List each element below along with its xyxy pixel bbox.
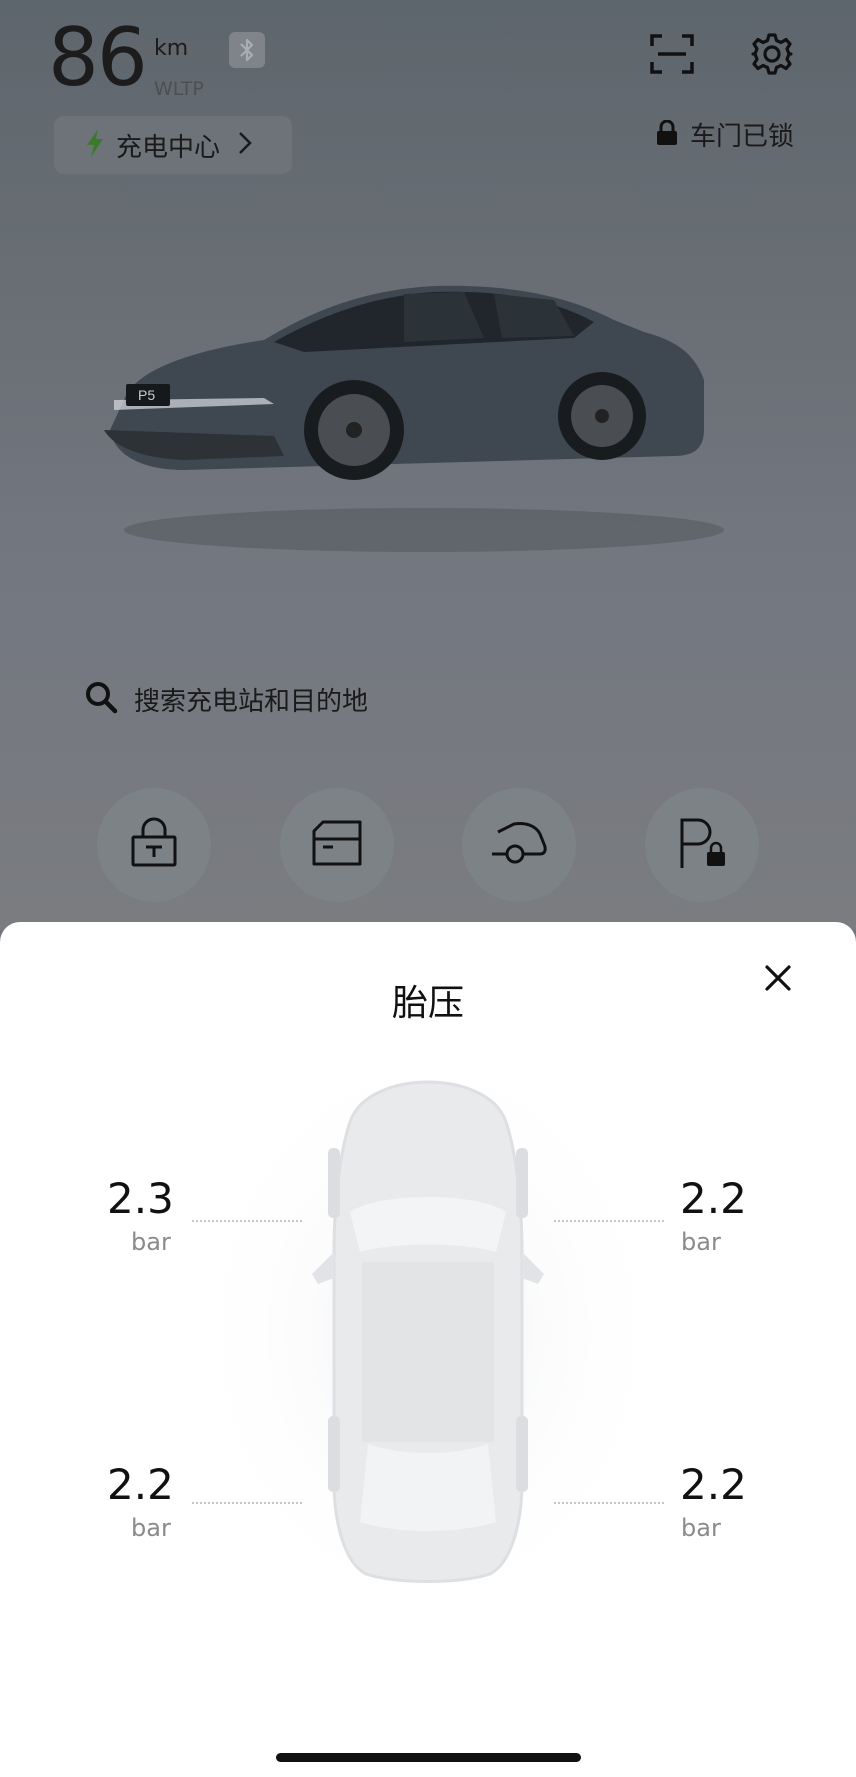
range-value: 86 <box>48 11 148 104</box>
tire-rear-left-leader <box>192 1502 302 1504</box>
home-indicator[interactable] <box>276 1753 581 1762</box>
door-lock-status: 车门已锁 <box>656 116 794 153</box>
vehicle-top-view <box>200 1052 656 1612</box>
sheet-title: 胎压 <box>391 983 464 1024</box>
lock-button[interactable] <box>97 788 211 902</box>
gear-icon[interactable] <box>750 32 794 76</box>
trunk-icon <box>311 819 363 871</box>
search-bar[interactable]: 搜索充电站和目的地 <box>84 680 368 718</box>
lightning-icon <box>84 128 106 162</box>
license-plate: P5 <box>138 387 155 403</box>
tire-rear-right-value: 2.2 <box>680 1460 747 1509</box>
tire-pressure-sheet: 胎压 2.3 bar 2.2 bar 2.2 bar 2.2 bar <box>0 922 856 1777</box>
tire-front-left-unit: bar <box>131 1228 171 1256</box>
lock-icon <box>656 119 678 150</box>
search-icon <box>84 680 118 718</box>
chevron-right-icon <box>238 131 252 159</box>
frunk-icon <box>490 820 548 870</box>
tire-rear-right-unit: bar <box>681 1514 721 1542</box>
charging-center-label: 充电中心 <box>116 132 221 163</box>
tire-front-right-value: 2.2 <box>680 1174 747 1223</box>
charging-center-button[interactable]: 充电中心 <box>54 116 292 174</box>
range-unit: km <box>154 36 189 61</box>
parking-lock-button[interactable] <box>645 788 759 902</box>
frunk-button[interactable] <box>462 788 576 902</box>
search-placeholder: 搜索充电站和目的地 <box>134 686 369 717</box>
bluetooth-icon <box>229 32 265 68</box>
range-readout: 86 km WLTP <box>48 11 204 104</box>
trunk-button[interactable] <box>280 788 394 902</box>
parking-lock-icon <box>678 816 726 874</box>
tire-rear-left-value: 2.2 <box>107 1460 174 1509</box>
tire-front-left-leader <box>192 1220 302 1222</box>
tire-front-right-leader <box>554 1220 664 1222</box>
vehicle-image: P5 <box>104 280 744 560</box>
tire-rear-right-leader <box>554 1502 664 1504</box>
lock-status-label: 车门已锁 <box>690 122 795 152</box>
tire-front-right-unit: bar <box>681 1228 721 1256</box>
range-standard: WLTP <box>154 78 204 100</box>
close-icon[interactable] <box>756 956 800 1000</box>
scan-icon[interactable] <box>650 34 694 74</box>
tire-front-left-value: 2.3 <box>107 1174 174 1223</box>
tire-rear-left-unit: bar <box>131 1514 171 1542</box>
lock-icon <box>129 817 179 873</box>
